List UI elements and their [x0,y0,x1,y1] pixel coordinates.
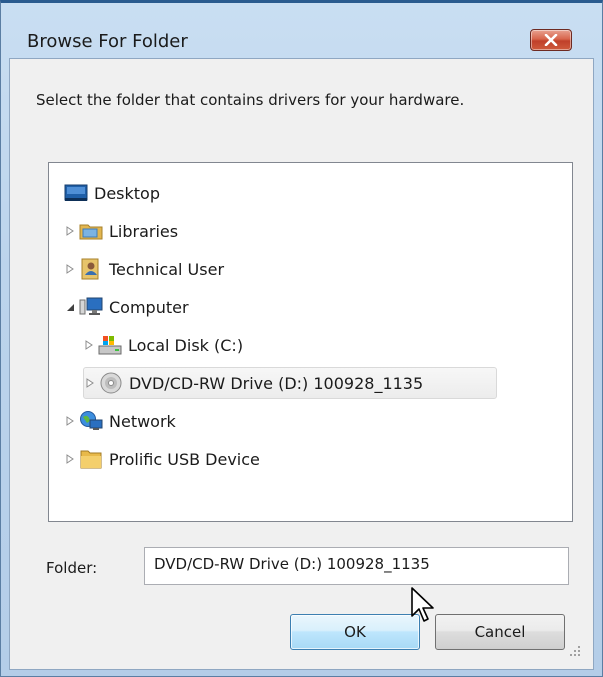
tree-item-label: DVD/CD-RW Drive (D:) 100928_1135 [129,373,424,393]
expand-arrow-icon[interactable] [64,453,76,465]
folder-icon [79,448,103,470]
instruction-text: Select the folder that contains drivers … [36,91,465,109]
tree-item-network[interactable]: Network [64,405,176,437]
dialog-window: Browse For Folder Select the folder that… [0,0,603,677]
desktop-icon [64,182,88,204]
tree-item-label: Technical User [109,259,225,279]
resize-grip-icon[interactable] [567,643,581,657]
tree-item-local-disk[interactable]: Local Disk (C:) [83,329,243,361]
tree-item-label: Local Disk (C:) [128,335,244,355]
folder-tree[interactable]: Desktop Libraries Technical User Compute… [48,162,573,522]
network-icon [79,410,103,432]
tree-item-dvd-drive[interactable]: DVD/CD-RW Drive (D:) 100928_1135 [83,367,497,399]
user-folder-icon [79,258,103,280]
expand-arrow-icon[interactable] [64,225,76,237]
local-disk-icon [98,334,122,356]
title-bar[interactable]: Browse For Folder [1,3,602,55]
cancel-button[interactable]: Cancel [435,614,565,650]
folder-input[interactable] [144,547,569,585]
tree-item-computer[interactable]: Computer [64,291,189,323]
close-button[interactable] [530,29,572,51]
tree-item-label: Network [109,411,176,431]
dvd-drive-icon [99,372,123,394]
tree-item-label: Computer [109,297,189,317]
tree-item-libraries[interactable]: Libraries [64,215,178,247]
tree-item-label: Libraries [109,221,179,241]
expand-arrow-icon[interactable] [84,377,96,389]
expand-arrow-icon[interactable] [64,415,76,427]
libraries-icon [79,220,103,242]
folder-row: Folder: [34,547,574,587]
tree-item-prolific-usb[interactable]: Prolific USB Device [64,443,260,475]
collapse-arrow-icon[interactable] [64,301,76,313]
expand-arrow-icon[interactable] [83,339,95,351]
folder-label: Folder: [46,559,98,577]
tree-item-label: Prolific USB Device [109,449,260,469]
ok-button[interactable]: OK [290,614,420,650]
tree-item-label: Desktop [94,183,160,203]
computer-icon [79,296,103,318]
dialog-body: Select the folder that contains drivers … [9,58,594,670]
tree-item-technical-user[interactable]: Technical User [64,253,224,285]
mouse-cursor-icon [411,587,434,622]
expand-arrow-icon[interactable] [64,263,76,275]
tree-item-desktop[interactable]: Desktop [64,177,160,209]
close-x-icon [544,34,558,46]
window-title: Browse For Folder [27,31,188,52]
